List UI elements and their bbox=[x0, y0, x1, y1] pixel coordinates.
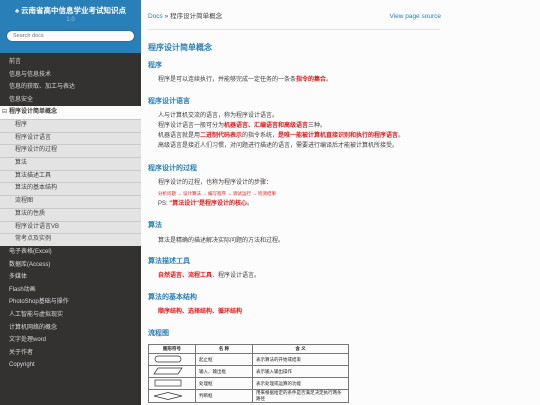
paragraph: 顺序结构、选择结构、循环结构 bbox=[158, 309, 243, 315]
table-cell: 表示处理或运算的功能 bbox=[252, 377, 349, 390]
table-cell: 判断框 bbox=[195, 389, 253, 403]
nav-item[interactable]: Copyright bbox=[0, 359, 141, 372]
io-shape-icon bbox=[148, 365, 196, 378]
nav-sub-item[interactable]: 流程图 bbox=[0, 195, 141, 208]
terminal-shape-icon bbox=[148, 353, 196, 366]
paragraph: 程序设计语言一般可分为机器语言、汇编语言和高级语言三种。 bbox=[158, 123, 327, 129]
nav-item[interactable]: 前言 bbox=[0, 56, 141, 69]
nav-sub-item[interactable]: 程序设计的过程 bbox=[0, 144, 141, 157]
sidebar: ♠ 云南省高中信息学业考试知识点 1.0 前言 信息与信息技术 信息的获取、加工… bbox=[0, 0, 141, 405]
paragraph: 机器语言就是用二进制代码表示的指令系统，是唯一能被计算机直接识别和执行的程序语言… bbox=[158, 133, 405, 139]
nav-sub-item[interactable]: 算法 bbox=[0, 157, 141, 170]
table-row: 判断框 用来根据给定的条件是否满足决定执行两条路径 bbox=[148, 389, 349, 403]
paragraph: 人与计算机交流的语言，称为程序设计语言。 bbox=[158, 113, 279, 119]
table-cell: 输入、输出框 bbox=[195, 365, 253, 378]
section-heading: 程序设计的过程 bbox=[148, 165, 197, 172]
nav-item[interactable]: 多媒体 bbox=[0, 271, 141, 284]
section-heading: 流程图 bbox=[148, 330, 169, 337]
main-content: Docs » 程序设计简单概念 View page source 程序设计简单概… bbox=[141, 0, 540, 405]
section-heading: 算法 bbox=[148, 222, 162, 229]
sidebar-header: ♠ 云南省高中信息学业考试知识点 1.0 bbox=[0, 0, 141, 53]
nav-sub-item[interactable]: 算法的基本结构 bbox=[0, 182, 141, 195]
nav-item[interactable]: 计算机网络的概念 bbox=[0, 322, 141, 335]
table-cell: 处理框 bbox=[195, 377, 253, 390]
nav-current-label: 程序设计简单概念 bbox=[9, 109, 58, 116]
sidebar-nav: 前言 信息与信息技术 信息的获取、加工与表达 信息安全 ⊟ 程序设计简单概念 程序… bbox=[0, 56, 141, 372]
site-title[interactable]: ♠ 云南省高中信息学业考试知识点 bbox=[0, 6, 141, 16]
process-shape-icon bbox=[148, 377, 196, 390]
section-heading: 算法描述工具 bbox=[148, 258, 190, 265]
nav-sub-item[interactable]: 算法描述工具 bbox=[0, 169, 141, 183]
nav-sub-item[interactable]: 常考点及实例 bbox=[0, 233, 141, 246]
breadcrumb-home-link[interactable]: Docs bbox=[148, 13, 163, 20]
table-row: 处理框 表示处理或运算的功能 bbox=[148, 377, 349, 390]
nav-sub-item[interactable]: 算法的性质 bbox=[0, 207, 141, 221]
breadcrumb-current: 程序设计简单概念 bbox=[170, 13, 223, 20]
paragraph: 程序是可以连续执行，并能够完成一定任务的一条条指令的集合。 bbox=[158, 77, 333, 83]
table-header-row: 图形符号 名 称 含 义 bbox=[148, 344, 349, 354]
nav-item[interactable]: 关于作者 bbox=[0, 347, 141, 360]
table-header: 含 义 bbox=[252, 344, 349, 354]
page-title: 程序设计简单概念 bbox=[148, 43, 212, 52]
nav-sub-item[interactable]: 程序设计语言VB bbox=[0, 220, 141, 234]
nav-sub-item[interactable]: 程序 bbox=[0, 118, 141, 132]
table-cell: 用来根据给定的条件是否满足决定执行两条路径 bbox=[252, 389, 349, 403]
paragraph: 高级语言是接近人们习惯，对问题进行描述的语言，需要进行编译后才能被计算机所接受。 bbox=[158, 143, 399, 149]
section-heading: 程序设计语言 bbox=[148, 98, 190, 105]
nav-item[interactable]: PhotoShop基础与操作 bbox=[0, 296, 141, 309]
nav-item[interactable]: 人工智能与虚拟现实 bbox=[0, 309, 141, 322]
collapse-toggle-icon[interactable]: ⊟ bbox=[2, 106, 9, 119]
nav-item[interactable]: 电子表格(Excel) bbox=[0, 246, 141, 259]
decision-shape-icon bbox=[148, 389, 196, 403]
steps-line: 分析问题 → 设计算法 → 编写程序 → 调试运行 → 检测结果 bbox=[158, 191, 277, 196]
nav-item[interactable]: 信息与信息技术 bbox=[0, 69, 141, 82]
nav-item[interactable]: Flash动画 bbox=[0, 284, 141, 297]
paragraph: 自然语言、流程工具、程序设计语言。 bbox=[158, 273, 261, 279]
site-version: 1.0 bbox=[66, 17, 75, 23]
nav-item-current[interactable]: ⊟ 程序设计简单概念 bbox=[0, 106, 141, 119]
paragraph: 程序设计的过程，也称为程序设计的步骤： bbox=[158, 180, 273, 186]
search-input[interactable] bbox=[6, 30, 135, 42]
table-cell: 表示输入输出操作 bbox=[252, 365, 349, 378]
nav-item[interactable]: 信息的获取、加工与表达 bbox=[0, 81, 141, 94]
table-row: 起止框 表示算法的开始或结束 bbox=[148, 353, 349, 366]
paragraph: 算法是精确的描述解决实际问题的方法和过程。 bbox=[158, 238, 285, 244]
nav-item[interactable]: 信息安全 bbox=[0, 94, 141, 107]
nav-item[interactable]: 数据库(Access) bbox=[0, 259, 141, 272]
flowchart-symbol-table: 图形符号 名 称 含 义 起止框 表示算法的开始或结束 输入、输出框 表示输入输… bbox=[148, 344, 349, 403]
nav-subsection: 程序 程序设计语言 程序设计的过程 算法 算法描述工具 算法的基本结构 流程图 … bbox=[0, 118, 141, 246]
table-cell: 起止框 bbox=[195, 353, 253, 366]
table-header: 图形符号 bbox=[148, 344, 196, 354]
divider bbox=[148, 29, 440, 30]
section-heading: 程序 bbox=[148, 62, 162, 69]
view-source-link[interactable]: View page source bbox=[389, 12, 441, 21]
nav-item[interactable]: 文字处理word bbox=[0, 334, 141, 347]
table-header: 名 称 bbox=[195, 344, 253, 354]
table-cell: 表示算法的开始或结束 bbox=[252, 353, 349, 366]
section-heading: 算法的基本结构 bbox=[148, 294, 197, 301]
table-row: 输入、输出框 表示输入输出操作 bbox=[148, 365, 349, 378]
paragraph: PS: "算法设计"是程序设计的核心。 bbox=[158, 201, 254, 207]
nav-sub-item[interactable]: 程序设计语言 bbox=[0, 131, 141, 145]
breadcrumb-separator: » bbox=[164, 13, 169, 20]
